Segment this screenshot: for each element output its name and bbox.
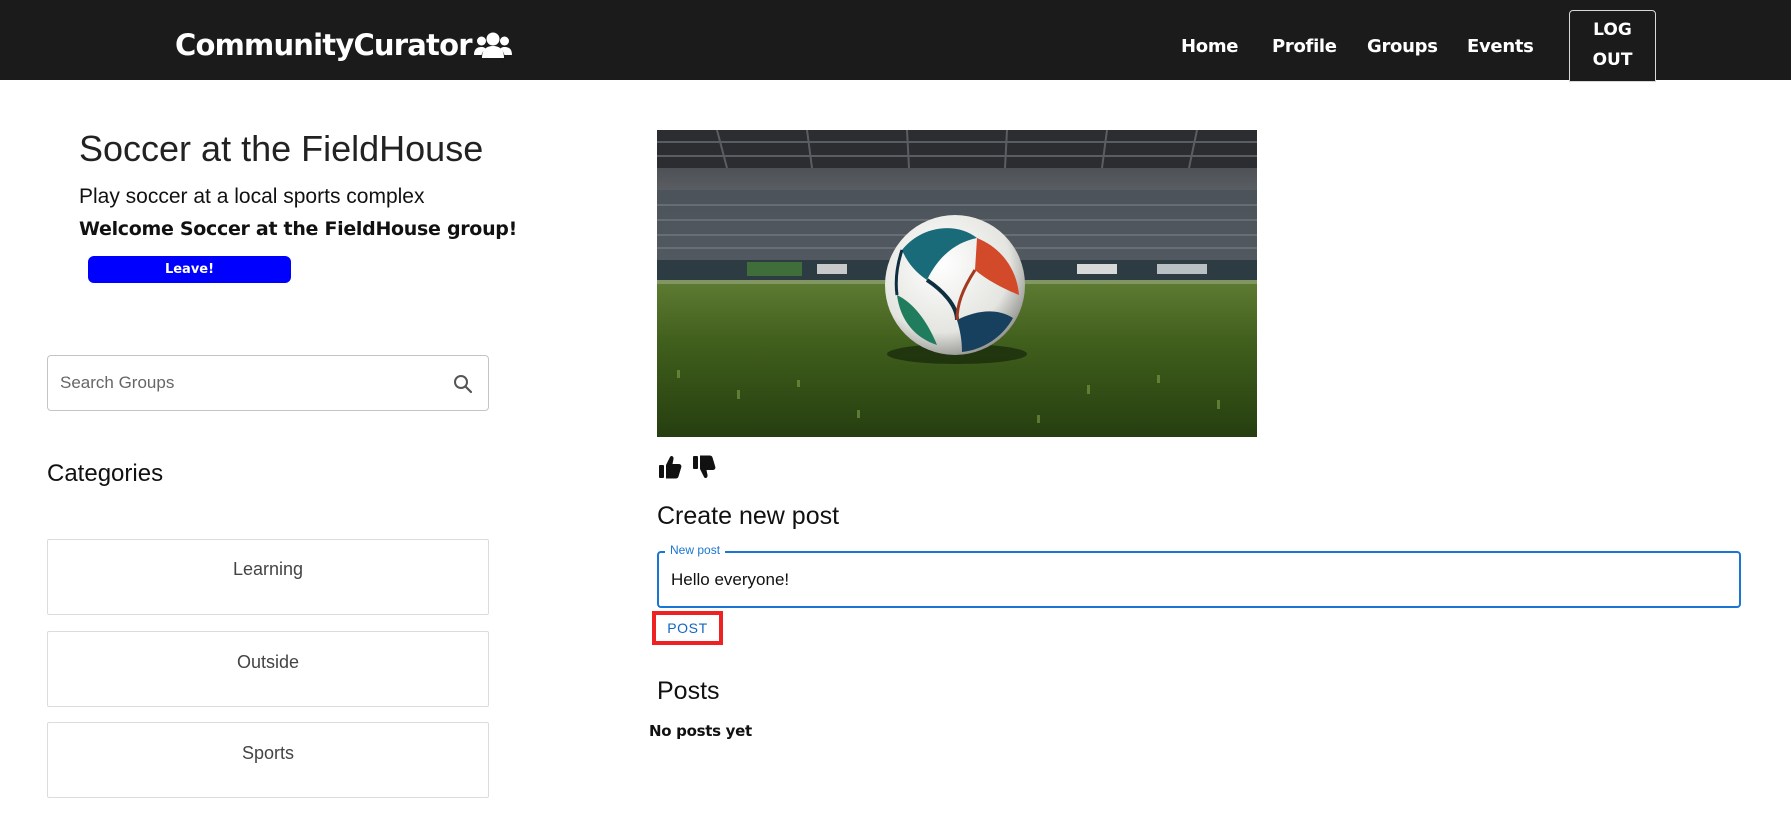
users-icon — [473, 32, 512, 58]
post-button[interactable]: POST — [652, 611, 723, 645]
search-icon[interactable] — [451, 372, 475, 396]
thumb-up-icon[interactable] — [658, 454, 682, 480]
new-post-field — [657, 551, 1741, 608]
new-post-label: New post — [665, 543, 726, 557]
posts-heading: Posts — [657, 677, 720, 705]
category-label: Outside — [236, 652, 300, 672]
logout-label-line1: LOG — [1593, 20, 1632, 40]
logout-label-line2: OUT — [1592, 50, 1633, 70]
nav-events[interactable]: Events — [1467, 36, 1534, 57]
search-groups-box — [47, 355, 489, 411]
nav-profile[interactable]: Profile — [1272, 36, 1337, 57]
category-learning[interactable]: Learning — [47, 539, 489, 615]
group-title: Soccer at the FieldHouse — [79, 128, 484, 169]
nav-groups[interactable]: Groups — [1367, 36, 1438, 57]
brand-name: CommunityCurator — [175, 28, 473, 62]
logout-button[interactable]: LOG OUT — [1569, 10, 1656, 82]
categories-heading: Categories — [47, 460, 164, 487]
group-description: Play soccer at a local sports complex — [79, 185, 425, 208]
leave-group-button[interactable]: Leave! — [88, 256, 291, 283]
top-navbar: CommunityCurator Home Profile Groups Eve… — [0, 0, 1791, 82]
thumb-down-icon[interactable] — [692, 454, 716, 480]
nav-home[interactable]: Home — [1181, 36, 1239, 57]
category-sports[interactable]: Sports — [47, 722, 489, 798]
category-label: Learning — [232, 559, 304, 579]
group-banner-image — [657, 130, 1257, 437]
search-input[interactable] — [60, 356, 430, 410]
category-label: Sports — [241, 743, 295, 763]
welcome-message: Welcome Soccer at the FieldHouse group! — [79, 218, 517, 240]
brand-logo[interactable]: CommunityCurator — [175, 28, 512, 62]
create-post-heading: Create new post — [657, 502, 840, 530]
category-outside[interactable]: Outside — [47, 631, 489, 707]
new-post-input[interactable] — [671, 553, 1721, 606]
no-posts-message: No posts yet — [649, 722, 752, 740]
